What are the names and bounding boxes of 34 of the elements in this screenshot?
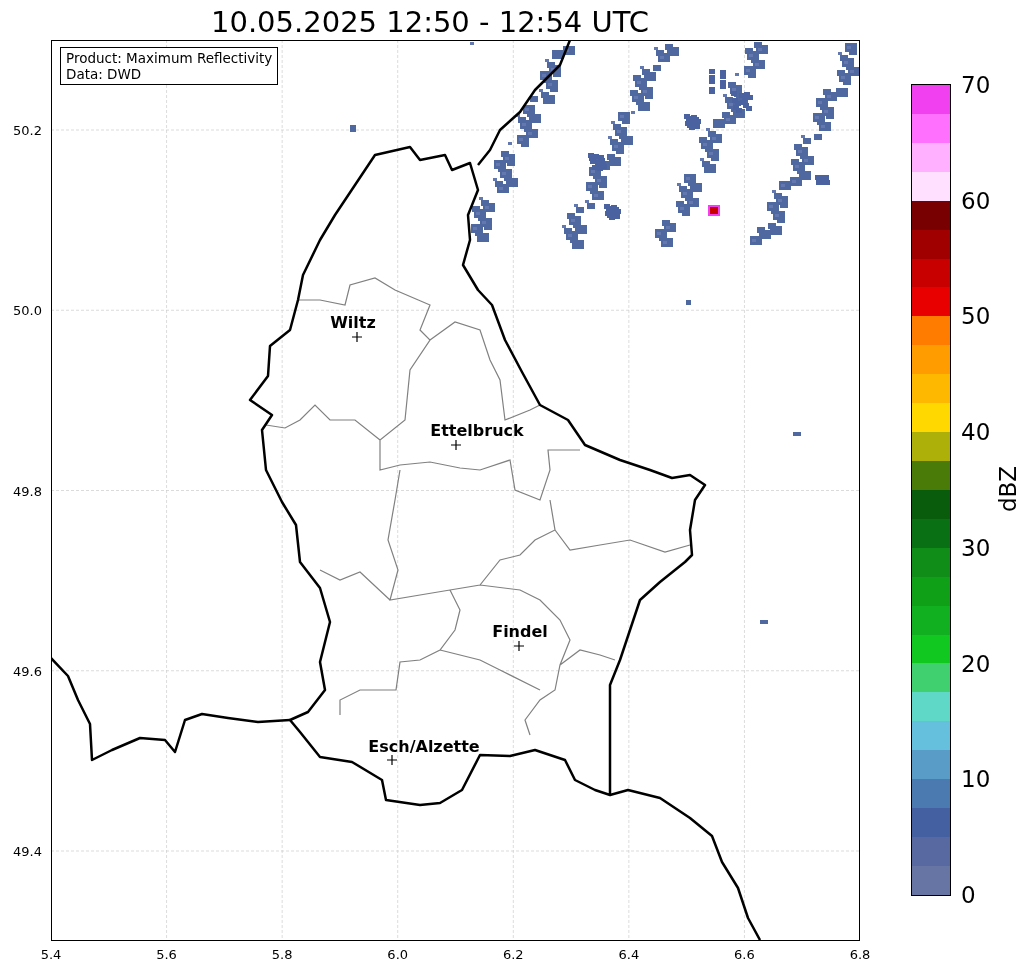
y-axis-tick-label: 49.8: [13, 483, 42, 498]
city-marker-icon: [386, 754, 398, 766]
colorbar-tick-label: 70: [961, 72, 991, 98]
y-axis-tick-label: 49.6: [13, 663, 42, 679]
colorbar-tick-label: 20: [961, 650, 991, 677]
colorbar-tick-label: 0: [961, 882, 976, 908]
colorbar-tick-label: 10: [961, 766, 991, 793]
x-axis-tick-label: 6.6: [734, 947, 755, 962]
y-axis-tick-label: 50.0: [13, 302, 42, 318]
colorbar-tick-label: 50: [961, 303, 991, 330]
colorbar-tick-label: 40: [961, 419, 991, 446]
colorbar-label: dBZ: [995, 465, 1022, 513]
y-axis-tick-label: 50.2: [13, 122, 42, 138]
x-axis-tick-label: 6.2: [502, 947, 524, 962]
x-axis-tick-label: 6.4: [618, 947, 640, 962]
colorbar-tick-label: 30: [961, 534, 991, 561]
city-marker-icon: [351, 331, 363, 343]
info-text: Data: DWD: [66, 66, 143, 82]
chart-title: 10.05.2025 12:50 - 12:54 UTC: [210, 4, 650, 40]
city-marker-icon: [513, 640, 525, 652]
city-label: Ettelbruck: [430, 420, 524, 440]
x-axis-tick-label: 5.6: [156, 947, 177, 962]
city-marker-icon: [450, 439, 462, 451]
x-axis-tick-label: 5.8: [271, 947, 293, 962]
storm-cell-icon: [708, 205, 720, 216]
city-label: Findel: [492, 621, 548, 641]
x-axis-tick-label: 5.4: [40, 947, 62, 962]
x-axis-tick-label: 6.0: [387, 947, 409, 962]
x-axis-tick-label: 6.8: [849, 947, 871, 962]
info-text: Product: Maximum Reflectivity: [66, 50, 273, 66]
y-axis-tick-label: 49.4: [13, 843, 42, 859]
colorbar-tick-label: 60: [961, 187, 991, 214]
city-label: Esch/Alzette: [368, 736, 480, 756]
city-label: Wiltz: [330, 312, 376, 332]
